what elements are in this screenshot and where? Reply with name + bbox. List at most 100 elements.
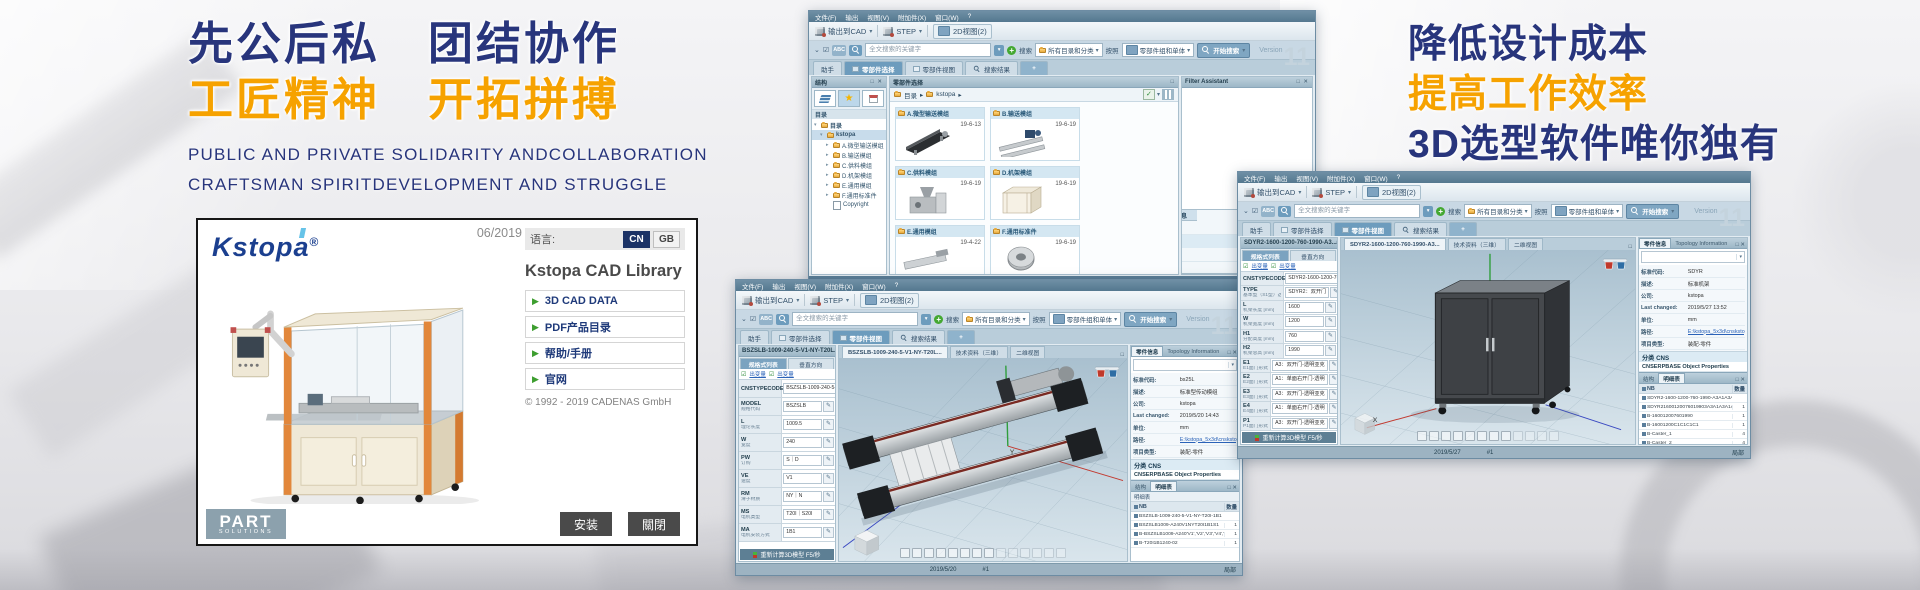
tab-part-view[interactable]: 零部件视图 [905,61,964,75]
favorites-button[interactable]: ★ [838,90,860,107]
3d-glasses-icon[interactable] [1603,258,1627,270]
add-search-icon[interactable]: + [1007,46,1016,55]
history-button[interactable] [862,90,884,107]
bom-row[interactable]: SDYR21600120076019903A3A1A3A1A3A1A3A11 [1639,403,1747,412]
vertical-tab[interactable]: 垂直方向 [788,358,835,369]
model-tab[interactable]: BSZSLB-1009-240-5-V1-NY-T20L... [842,346,948,358]
menu-item[interactable]: 文件(F) [742,281,763,291]
details-tab[interactable]: 详细信息 [1181,210,1197,221]
part-card[interactable]: A.微型输送模组 19-6-13 [895,107,985,161]
installer-menu-item[interactable]: ▶ PDF产品目录 [525,316,685,338]
property-row[interactable]: VE速度 V1✎ [739,470,835,488]
property-row[interactable]: PW订购 S｜D✎ [739,452,835,470]
property-row[interactable]: CNSTYPECODE BSZSLB-1009-240-5-V1-N✎ [739,380,835,398]
bom-row[interactable]: BSZSLB-1009-240-5-V1-NY-T20I-1B1 [1131,512,1239,521]
export-to-cad-button[interactable]: 输出到CAD▾ [742,295,799,306]
part-info-tab[interactable]: 零件信息 [1131,346,1163,356]
viewport-toolbar[interactable] [900,548,1066,558]
collapse-icon[interactable]: ⌄ [814,46,820,54]
viewport-3d[interactable]: X [1341,250,1635,444]
tab-assistant[interactable]: 助手 [1242,222,1271,236]
tab-part-selection[interactable]: 零部件选择 [844,61,903,75]
tab-assistant[interactable]: 助手 [813,61,842,75]
menu-item[interactable]: 附加件(X) [898,12,926,22]
search-dropdown-icon[interactable]: ▾ [921,314,931,325]
bom-row[interactable]: B-16001200C1C1C1C11 [1639,421,1747,430]
tab-add[interactable]: + [1020,61,1048,75]
collapse-icon[interactable]: ⌄ [1243,207,1249,215]
panel-controls[interactable]: □ ✕ [871,79,883,85]
2d-view-tab[interactable]: 二维视图 [1508,238,1543,250]
panel-controls[interactable]: □ ✕ [1736,242,1747,248]
installer-menu-item[interactable]: ▶ 官网 [525,368,685,390]
property-row[interactable]: TYPE基本型（S1型）选型 SDYR2：双开门✎ [1241,286,1337,301]
edit-icon[interactable]: ✎ [1325,331,1336,342]
breadcrumb-root[interactable]: 目录 [904,90,917,100]
tab-part-selection[interactable]: 零部件选择 [1273,222,1332,236]
property-row[interactable]: MODEL规格代码 BSZSLB✎ [739,398,835,416]
property-row[interactable]: H1分配高度 [mm] 760✎ [1241,330,1337,345]
menu-item[interactable]: 视图(V) [794,281,816,291]
start-search-button[interactable]: 开始搜索▾ [1626,204,1679,219]
add-search-icon[interactable]: + [934,315,943,324]
mode-dropdown[interactable]: 零部件组和单体▾ [1122,43,1195,57]
collapse-icon[interactable]: ⌄ [741,315,747,323]
step-export-button[interactable]: STEP▾ [883,27,922,36]
spec-list-tab[interactable]: 规格式列表 [1242,250,1289,261]
installer-menu-item[interactable]: ▶ 3D CAD DATA [525,290,685,312]
menu-item[interactable]: 视图(V) [1296,173,1318,183]
variable-link[interactable]: 出变量 [749,370,766,378]
export-to-cad-button[interactable]: 输出到CAD▾ [815,26,872,37]
edit-icon[interactable]: ✎ [1330,287,1337,298]
tab-part-selection[interactable]: 零部件选择 [771,330,830,344]
edit-icon[interactable]: ✎ [823,527,834,538]
tab-search-results[interactable]: 搜索结果 [892,330,945,344]
tab-assistant[interactable]: 助手 [740,330,769,344]
part-card[interactable]: C.供料模组 19-6-19 [895,166,985,220]
language-cn-button[interactable]: CN [623,231,650,248]
property-row[interactable]: L机架长度 [mm] 1600✎ [1241,301,1337,316]
tech-data-tab[interactable]: 技术资料（三维） [950,346,1008,358]
property-row[interactable]: W宽度 240✎ [739,434,835,452]
abc-text-search-chip[interactable]: ABC [832,45,846,56]
bom-tab[interactable]: 明细表 [1658,373,1685,383]
edit-icon[interactable]: ✎ [1329,418,1337,429]
variable-link[interactable]: 出变量 [1251,262,1268,270]
2d-view-tab[interactable]: 二维视图 [1010,346,1045,358]
search-dropdown-icon[interactable]: ▾ [994,45,1004,56]
edit-icon[interactable]: ✎ [823,455,834,466]
bom-row[interactable]: B-1600120076019901 [1639,412,1747,421]
part-card[interactable]: F.通用标准件 19-6-19 [990,225,1080,274]
property-row[interactable]: P1P1面门形式 A3：双开门-透明亚克✎ [1241,417,1337,432]
property-row[interactable]: E3E3面门形式 A3：双开门-透明亚克✎ [1241,388,1337,403]
property-row[interactable]: MS电机类型 T20I｜S20I✎ [739,506,835,524]
scope-dropdown[interactable]: 所有目录和分类▾ [962,312,1030,326]
spec-list-tab[interactable]: 规格式列表 [740,358,787,369]
search-input[interactable]: 全文搜索的关键字 [792,312,918,326]
menu-item[interactable]: 窗口(W) [862,281,885,291]
filter-checkbox[interactable]: ☑ [750,315,756,323]
filter-checkbox[interactable]: ☑ [823,46,829,54]
bom-row[interactable]: BSZSLB1009-A240V1NYT20I1B1S11 [1131,521,1239,530]
variable-link[interactable]: 出变量 [777,370,794,378]
tree-item[interactable]: ▸D.机架模组 [812,170,886,180]
tree-item[interactable]: ▸B.输送模组 [812,150,886,160]
variable-link[interactable]: 出变量 [1279,262,1296,270]
search-icon[interactable] [776,314,789,325]
tree-vendor[interactable]: ▾kstopa [812,130,886,140]
panel-controls[interactable]: □ ✕ [1736,377,1747,383]
search-icon[interactable] [849,45,862,56]
dropdown-icon[interactable]: ▾ [1157,91,1160,98]
tab-part-view[interactable]: 零部件视图 [1334,222,1393,236]
menu-item[interactable]: ? [968,13,972,20]
bom-tab[interactable]: 明细表 [1150,481,1177,491]
menu-item[interactable]: 附加件(X) [825,281,853,291]
edit-icon[interactable]: ✎ [1325,302,1336,313]
edit-icon[interactable]: ✎ [1329,389,1337,400]
structure-tab[interactable]: 结构 [1131,482,1150,491]
2d-view-button[interactable]: 2D视图(2) [860,293,919,308]
property-row[interactable]: MA电机安装方式 1B1✎ [739,524,835,542]
checkbox-icon[interactable]: ☑ [1243,263,1248,270]
menu-item[interactable]: 文件(F) [1244,173,1265,183]
tab-part-view[interactable]: 零部件视图 [832,330,891,344]
